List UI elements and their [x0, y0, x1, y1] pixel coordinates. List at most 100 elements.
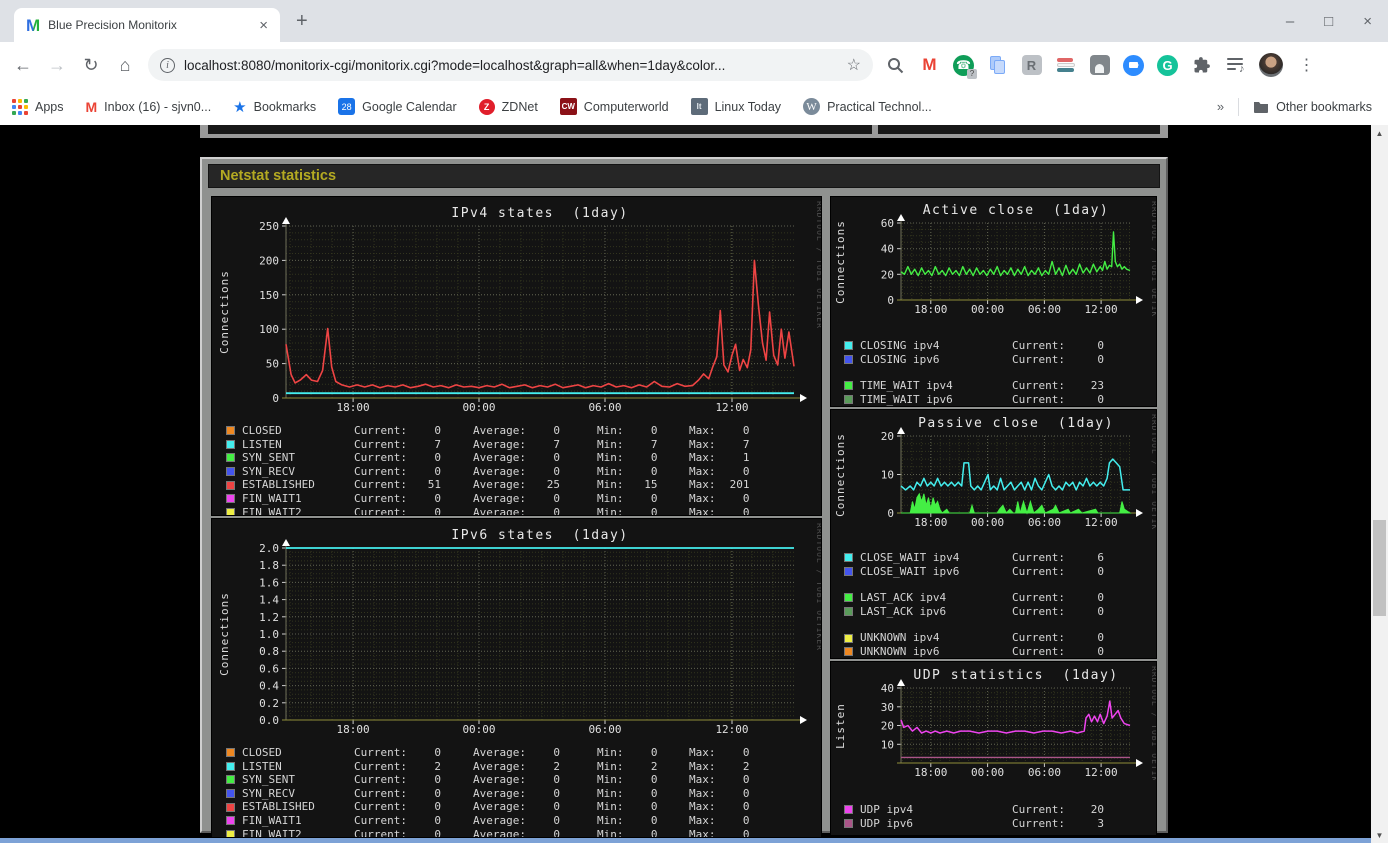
- legend-name: FIN_WAIT1: [242, 491, 302, 505]
- legend-stat: Min: 7: [597, 438, 689, 452]
- tab-close-icon[interactable]: ×: [255, 17, 272, 34]
- reload-button[interactable]: ↻: [76, 50, 106, 80]
- legend-name: SYN_SENT: [242, 773, 295, 787]
- current-value: 20: [1090, 803, 1104, 816]
- svg-text:0.8: 0.8: [259, 645, 279, 658]
- bookmark-apps[interactable]: Apps: [12, 98, 64, 115]
- svg-text:Connections: Connections: [834, 220, 847, 304]
- home-button[interactable]: ⌂: [110, 50, 140, 80]
- legend-name: LAST_ACK ipv4: [860, 591, 947, 605]
- stat-value: 0: [553, 800, 560, 814]
- stat-value: 2: [650, 759, 658, 773]
- stat-value: 0: [742, 773, 750, 787]
- grammarly-extension-icon[interactable]: G: [1157, 54, 1178, 76]
- stat-label: Max:: [689, 478, 716, 492]
- gmail-icon: M: [85, 98, 98, 115]
- legend-stat: Current: 0: [354, 773, 473, 787]
- current-label: Current:: [1012, 564, 1065, 578]
- books-extension-icon[interactable]: [1055, 55, 1076, 76]
- legend-stat: Average: 2: [473, 760, 597, 774]
- scroll-up-arrow[interactable]: ▲: [1371, 125, 1388, 141]
- current-label: Current:: [1012, 591, 1065, 605]
- wordpress-icon: W: [803, 98, 821, 115]
- bookmark-linux-today[interactable]: lt Linux Today: [690, 98, 781, 115]
- bookmark-zdnet[interactable]: Z ZDNet: [478, 98, 538, 115]
- stat-label: Current:: [354, 773, 407, 787]
- stat-label: Max:: [689, 746, 716, 759]
- bookmark-bookmarks[interactable]: ★ Bookmarks: [233, 98, 316, 116]
- udp-statistics-panel: 10 20 30 40 18:00 00:00 06:00 12:00 UDP statisti…: [830, 661, 1157, 836]
- url-text[interactable]: localhost:8080/monitorix-cgi/monitorix.c…: [184, 58, 838, 73]
- copy-pages-extension-icon[interactable]: [987, 55, 1008, 76]
- profile-avatar[interactable]: [1259, 53, 1283, 77]
- udp-statistics-graph[interactable]: 10 20 30 40 18:00 00:00 06:00 12:00 UDP statisti…: [831, 662, 1156, 794]
- stat-label: Max:: [689, 424, 716, 437]
- ipv6-states-graph[interactable]: 0.0 0.2 0.4 0.6 0.8 1.0 1.2 1.4 1.6 1.8 2.0 18:00 00…: [212, 519, 821, 742]
- current-label: Current:: [1012, 392, 1065, 406]
- stat-value: 0: [553, 746, 560, 759]
- legend-stat: Max: 1: [689, 451, 789, 465]
- svg-text:100: 100: [259, 323, 279, 336]
- legend-swatch: [226, 480, 235, 490]
- ipv4-states-graph[interactable]: 0 50 100 150 200 250 18:00 00:00 06:00 12:00 IPv4 …: [212, 197, 821, 420]
- stat-value: 0: [650, 813, 658, 827]
- window-minimize-button[interactable]: –: [1286, 13, 1294, 30]
- zoom-video-extension-icon[interactable]: [1123, 54, 1144, 76]
- bookmark-inbox[interactable]: M Inbox (16) - sjvn0...: [86, 99, 212, 115]
- browser-menu-icon[interactable]: ⋮: [1296, 55, 1317, 76]
- bookmark-practical-technology[interactable]: W Practical Technol...: [803, 98, 932, 115]
- legend-stat: Min: 0: [597, 492, 689, 506]
- svg-text:IPv4 states (1day): IPv4 states (1day): [451, 206, 628, 221]
- legend-row: SYN_SENT Current: 0 Average: 0 Min: 0 Max: 0: [226, 773, 821, 787]
- voice-extension-icon[interactable]: ☎ ?: [953, 54, 977, 79]
- current-value: 0: [1097, 564, 1104, 578]
- svg-text:0: 0: [887, 507, 894, 520]
- other-bookmarks[interactable]: Other bookmarks: [1253, 100, 1372, 114]
- stat-label: Max:: [689, 800, 716, 814]
- stat-value: 0: [553, 451, 560, 465]
- passive-close-graph[interactable]: 0 10 20 18:00 00:00 06:00 12:00 Passive close (…: [831, 410, 1156, 542]
- scroll-thumb[interactable]: [1373, 520, 1386, 616]
- stat-value: 0: [434, 813, 441, 827]
- legend-row: TIME_WAIT ipv6 Current: 0: [844, 392, 1156, 406]
- stat-value: 0: [650, 800, 658, 814]
- stat-label: Max:: [689, 491, 716, 505]
- extensions-puzzle-icon[interactable]: [1191, 55, 1212, 76]
- window-close-button[interactable]: ×: [1363, 13, 1372, 30]
- bookmark-star-icon[interactable]: ☆: [847, 55, 861, 75]
- scroll-down-arrow[interactable]: ▼: [1371, 827, 1388, 843]
- bookmarks-overflow-icon[interactable]: »: [1217, 99, 1224, 114]
- legend-stat: Min: 15: [597, 478, 689, 492]
- new-tab-button[interactable]: +: [296, 10, 308, 33]
- reader-extension-icon[interactable]: [1089, 55, 1110, 76]
- back-button[interactable]: ←: [8, 50, 38, 80]
- window-maximize-button[interactable]: □: [1324, 13, 1333, 30]
- page-scrollbar[interactable]: ▲ ▼: [1371, 125, 1388, 843]
- playlist-extension-icon[interactable]: ♪: [1225, 55, 1246, 76]
- site-info-icon[interactable]: i: [160, 57, 175, 73]
- active-close-graph[interactable]: 0 20 40 60 18:00 00:00 06:00 12:00 Active close …: [831, 197, 1156, 329]
- legend-row: SYN_RECV Current: 0 Average: 0 Min: 0 Max: 0: [226, 465, 821, 479]
- svg-text:18:00: 18:00: [337, 723, 370, 736]
- r-extension-icon[interactable]: R: [1021, 55, 1042, 76]
- legend-swatch: [844, 354, 853, 364]
- svg-text:UDP statistics (1day): UDP statistics (1day): [913, 668, 1118, 683]
- stat-label: Max:: [689, 437, 716, 451]
- stat-label: Current:: [354, 437, 407, 451]
- url-bar[interactable]: i localhost:8080/monitorix-cgi/monitorix…: [148, 49, 873, 81]
- bookmark-computerworld[interactable]: CW Computerworld: [559, 98, 669, 115]
- stat-value: 0: [650, 746, 658, 759]
- stat-value: 201: [729, 478, 750, 492]
- bookmark-google-calendar[interactable]: 28 Google Calendar: [338, 98, 457, 115]
- browser-tab[interactable]: M Blue Precision Monitorix ×: [14, 8, 280, 42]
- stat-value: 0: [434, 424, 441, 437]
- legend-name: UDP ipv4: [860, 803, 913, 816]
- legend-row: ESTABLISHED Current: 0 Average: 0 Min: 0 Max: 0: [226, 800, 821, 814]
- ipv6-states-legend: CLOSED Current: 0 Average: 0 Min: 0 Max: 0 LISTEN…: [212, 742, 821, 837]
- linux-today-icon: lt: [690, 98, 708, 115]
- section-header: Netstat statistics: [208, 164, 1160, 188]
- search-icon[interactable]: [885, 55, 906, 76]
- legend-stat: Max: 0: [689, 787, 789, 801]
- svg-text:10: 10: [881, 738, 894, 751]
- gmail-extension-icon[interactable]: M: [919, 55, 940, 76]
